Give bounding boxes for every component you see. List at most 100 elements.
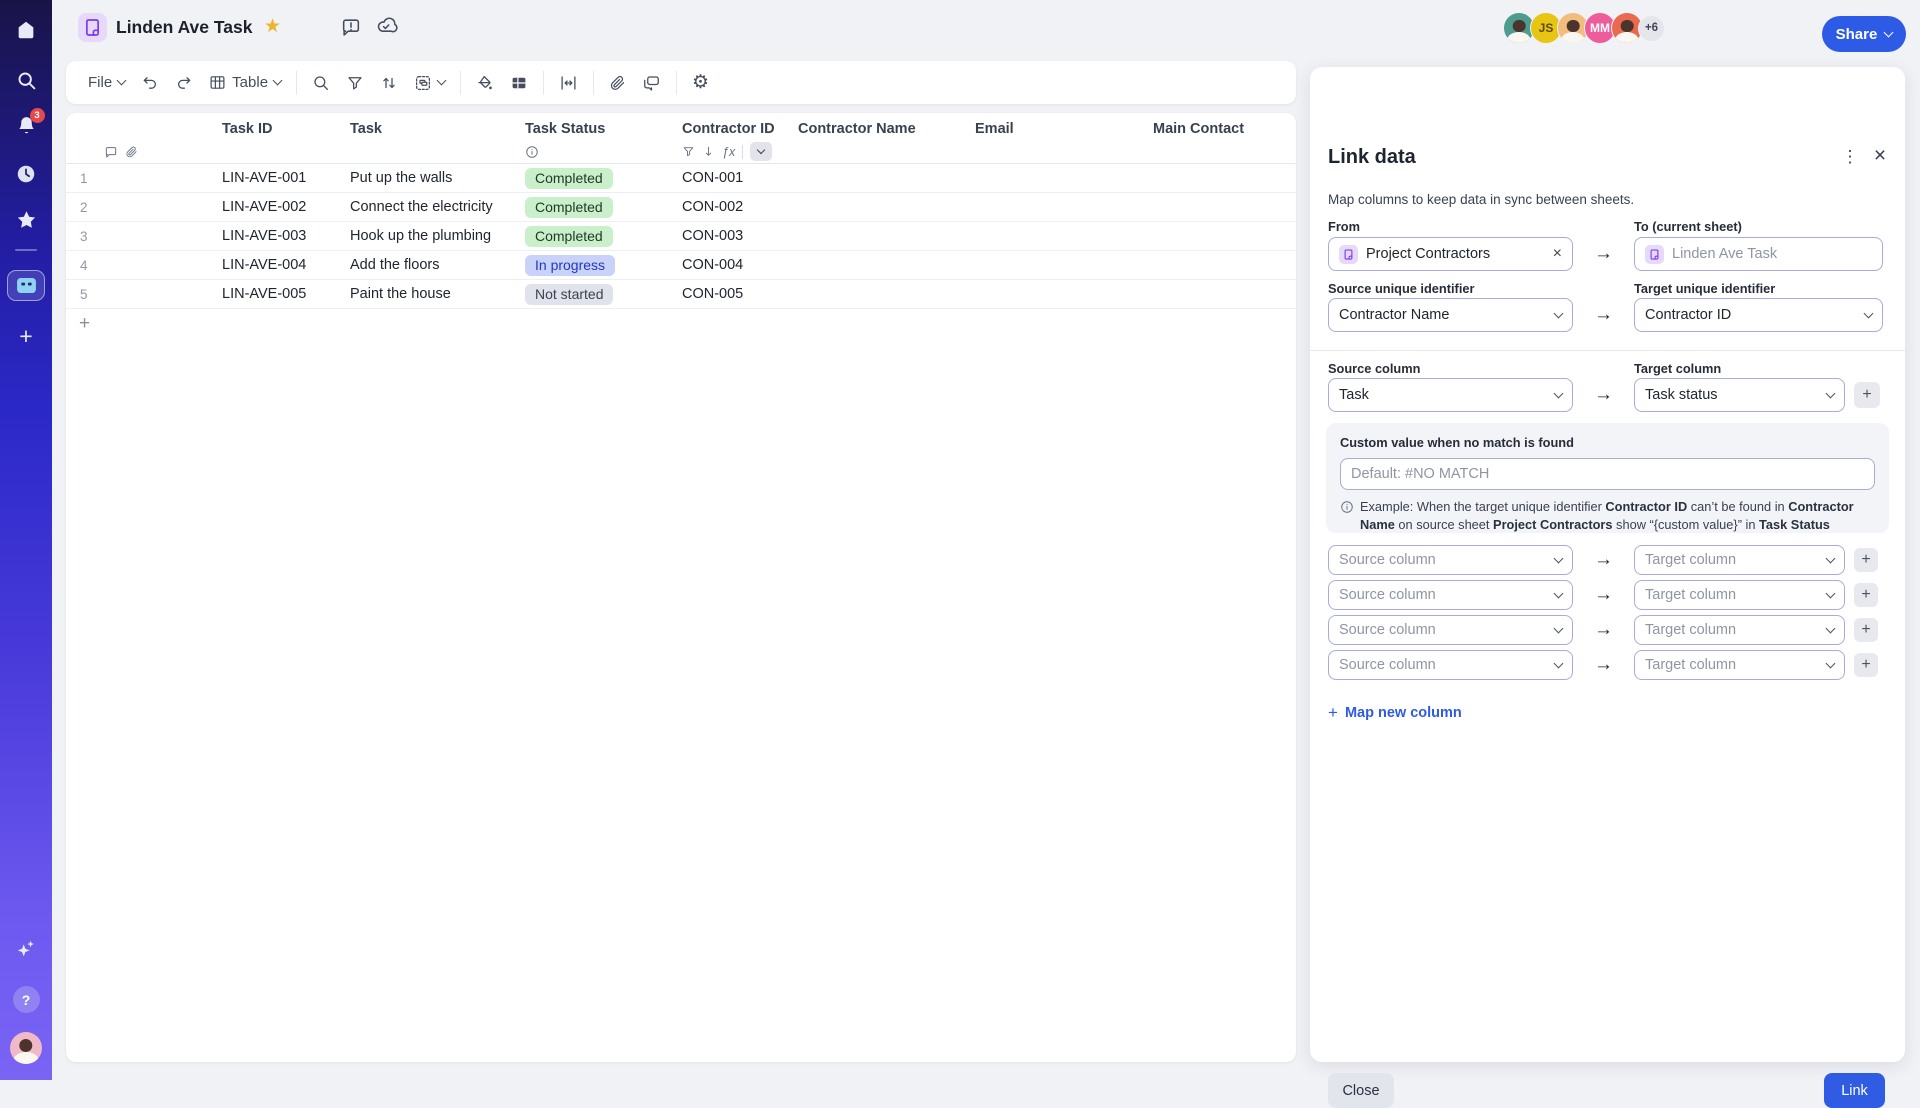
cell-contractor-id[interactable]: CON-003 <box>680 228 796 244</box>
panel-close-icon[interactable]: × <box>1868 144 1892 168</box>
target-uid-select[interactable]: Contractor ID <box>1634 298 1883 332</box>
source-uid-select[interactable]: Contractor Name <box>1328 298 1573 332</box>
cell-task-status[interactable]: Completed <box>523 226 680 247</box>
view-switcher-table[interactable]: Table <box>201 74 289 91</box>
cell-contractor-id[interactable]: CON-004 <box>680 257 796 273</box>
cell-task[interactable]: Put up the walls <box>348 170 523 186</box>
column-header-email[interactable]: Email <box>973 121 1151 137</box>
page-title[interactable]: Linden Ave Task <box>116 17 252 38</box>
row-number[interactable]: 1 <box>66 171 220 186</box>
favorites-icon[interactable] <box>0 209 52 231</box>
row-number[interactable]: 2 <box>66 200 220 215</box>
cell-task[interactable]: Add the floors <box>348 257 523 273</box>
target-column-select[interactable]: Target column <box>1634 545 1845 575</box>
redo-button[interactable] <box>167 74 201 92</box>
target-column-select[interactable]: Target column <box>1634 580 1845 610</box>
status-chip[interactable]: Completed <box>525 226 613 247</box>
source-column-select[interactable]: Source column <box>1328 650 1573 680</box>
cell-shortcuts-menu[interactable] <box>406 74 453 92</box>
undo-button[interactable] <box>133 74 167 92</box>
status-info-icon[interactable] <box>525 145 539 159</box>
source-column-select[interactable]: Source column <box>1328 545 1573 575</box>
cell-task-status[interactable]: Not started <box>523 284 680 305</box>
column-header-task-id[interactable]: Task ID <box>220 121 348 137</box>
column-formula-icon[interactable]: ƒx <box>722 145 735 159</box>
cell-task-id[interactable]: LIN-AVE-003 <box>220 228 348 244</box>
share-button[interactable]: Share <box>1822 16 1906 52</box>
row-attachment-icon[interactable] <box>125 145 138 159</box>
column-menu-button[interactable] <box>750 142 772 161</box>
cell-task-id[interactable]: LIN-AVE-004 <box>220 257 348 273</box>
create-new-icon[interactable]: + <box>0 323 52 350</box>
cell-contractor-id[interactable]: CON-001 <box>680 170 796 186</box>
link-button[interactable]: Link <box>1824 1073 1885 1108</box>
ai-sparkle-icon[interactable] <box>0 938 52 960</box>
sort-icon[interactable] <box>372 74 406 92</box>
source-column-select[interactable]: Source column <box>1328 615 1573 645</box>
target-column-select[interactable]: Task status <box>1634 378 1845 412</box>
column-sort-icon[interactable] <box>702 145 715 158</box>
cell-task[interactable]: Connect the electricity <box>348 199 523 215</box>
row-number[interactable]: 3 <box>66 229 220 244</box>
search-nav-icon[interactable] <box>0 70 52 91</box>
cell-task[interactable]: Paint the house <box>348 286 523 302</box>
column-width-icon[interactable] <box>551 74 586 92</box>
status-chip[interactable]: Completed <box>525 168 613 189</box>
column-header-task[interactable]: Task <box>348 121 523 137</box>
panel-more-icon[interactable]: ⋮ <box>1838 147 1862 167</box>
help-icon[interactable]: ? <box>0 986 52 1013</box>
cell-contractor-id[interactable]: CON-002 <box>680 199 796 215</box>
map-new-column-link[interactable]: + Map new column <box>1328 703 1462 723</box>
recents-icon[interactable] <box>0 163 52 185</box>
notifications-icon[interactable]: 3 <box>0 114 52 141</box>
add-mapping-button[interactable]: + <box>1854 583 1878 607</box>
target-column-select[interactable]: Target column <box>1634 650 1845 680</box>
conversations-icon[interactable] <box>634 74 669 92</box>
home-icon[interactable] <box>0 19 52 41</box>
browse-icon[interactable] <box>0 270 52 301</box>
status-chip[interactable]: Not started <box>525 284 613 305</box>
column-header-contractor-id[interactable]: Contractor ID <box>680 121 796 137</box>
cell-task[interactable]: Hook up the plumbing <box>348 228 523 244</box>
column-filter-icon[interactable] <box>682 145 695 158</box>
cell-task-status[interactable]: In progress <box>523 255 680 276</box>
column-header-main-contact[interactable]: Main Contact <box>1151 121 1296 137</box>
row-number[interactable]: 5 <box>66 287 220 302</box>
add-mapping-button[interactable]: + <box>1854 548 1878 572</box>
add-mapping-button[interactable]: + <box>1854 618 1878 642</box>
source-column-select[interactable]: Source column <box>1328 580 1573 610</box>
attachment-icon[interactable] <box>601 74 634 92</box>
comments-status-icon[interactable] <box>340 17 362 44</box>
target-column-select[interactable]: Target column <box>1634 615 1845 645</box>
cell-task-id[interactable]: LIN-AVE-001 <box>220 170 348 186</box>
file-menu[interactable]: File <box>80 74 133 91</box>
cell-task-id[interactable]: LIN-AVE-002 <box>220 199 348 215</box>
search-icon[interactable] <box>304 74 338 92</box>
status-chip[interactable]: Completed <box>525 197 613 218</box>
to-sheet-field[interactable]: Linden Ave Task <box>1634 237 1883 271</box>
user-avatar[interactable] <box>0 1032 52 1064</box>
fill-color-icon[interactable] <box>468 74 502 92</box>
clear-from-icon[interactable]: × <box>1553 245 1562 263</box>
cell-task-status[interactable]: Completed <box>523 168 680 189</box>
cell-contractor-id[interactable]: CON-005 <box>680 286 796 302</box>
favorite-star-icon[interactable]: ★ <box>264 15 281 38</box>
cell-format-icon[interactable] <box>502 74 536 92</box>
custom-value-input[interactable] <box>1340 458 1875 490</box>
cell-task-id[interactable]: LIN-AVE-005 <box>220 286 348 302</box>
from-sheet-field[interactable]: Project Contractors × <box>1328 237 1573 271</box>
column-header-contractor-name[interactable]: Contractor Name <box>796 121 973 137</box>
cell-task-status[interactable]: Completed <box>523 197 680 218</box>
row-number[interactable]: 4 <box>66 258 220 273</box>
filter-icon[interactable] <box>338 74 372 92</box>
saved-cloud-icon[interactable] <box>375 17 398 44</box>
avatar-overflow[interactable]: +6 <box>1638 15 1665 42</box>
add-row-button[interactable]: + <box>66 309 1296 339</box>
settings-gear-icon[interactable]: ⚙ <box>684 71 717 94</box>
add-mapping-button[interactable]: + <box>1854 653 1878 677</box>
status-chip[interactable]: In progress <box>525 255 615 276</box>
row-comment-icon[interactable] <box>104 145 118 159</box>
source-column-select[interactable]: Task <box>1328 378 1573 412</box>
column-header-task-status[interactable]: Task Status <box>523 121 680 137</box>
add-mapping-button[interactable]: + <box>1854 382 1880 408</box>
